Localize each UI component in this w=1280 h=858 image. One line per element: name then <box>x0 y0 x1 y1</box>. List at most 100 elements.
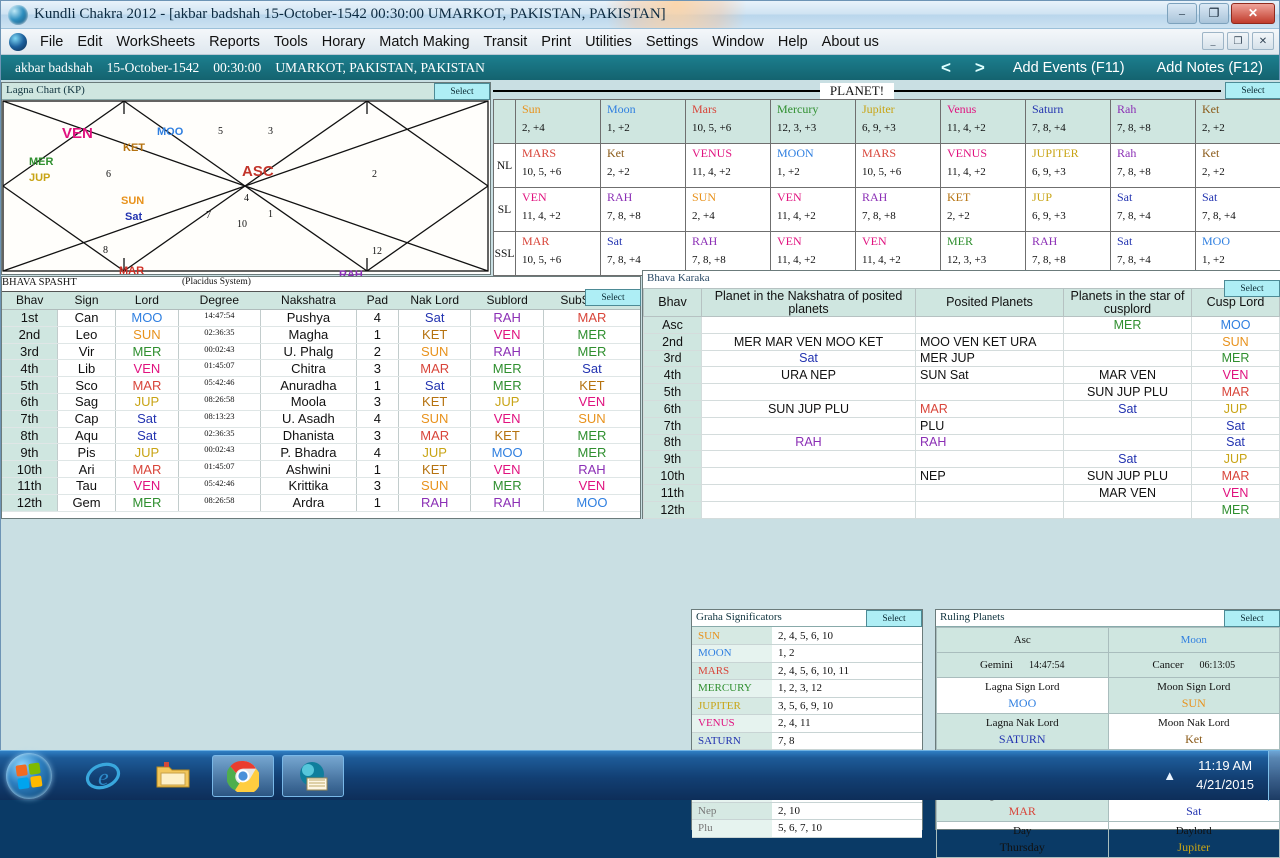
show-desktop-button[interactable] <box>1268 751 1280 801</box>
table-row[interactable]: 8thAquSat02:36:35Dhanista3MARKETMER <box>2 427 640 444</box>
house-number: 3 <box>268 126 273 137</box>
cell-nakshatra: Pushya <box>261 310 357 327</box>
lagna-chart-canvas[interactable]: 1 2 3 4 5 6 7 8 9 10 11 12 VEN MOO KET <box>2 100 490 273</box>
table-row[interactable]: 12thMER <box>644 501 1280 518</box>
add-events-button[interactable]: Add Events (F11) <box>997 60 1141 76</box>
lagna-select-button[interactable]: Select <box>434 83 490 100</box>
bk-cell-posited-planets: SUN Sat <box>916 367 1064 384</box>
table-row[interactable]: 7thCapSat08:13:23U. Asadh4SUNVENSUN <box>2 410 640 427</box>
cell-pad: 2 <box>356 343 398 360</box>
table-row[interactable]: 11thMAR VENVEN <box>644 484 1280 501</box>
table-row[interactable]: 10thAriMAR01:45:07Ashwini1KETVENRAH <box>2 461 640 478</box>
show-hidden-icons-button[interactable]: ▲ <box>1153 768 1186 784</box>
list-item[interactable]: MOON1, 2 <box>692 645 922 663</box>
prev-chart-button[interactable]: < <box>929 58 963 78</box>
menu-item-utilities[interactable]: Utilities <box>578 32 639 52</box>
graha-name: JUPITER <box>692 697 772 715</box>
table-row[interactable]: 1stCanMOO14:47:54Pushya4SatRAHMAR <box>2 310 640 327</box>
list-item[interactable]: SATURN7, 8 <box>692 732 922 750</box>
list-item[interactable]: Plu5, 6, 7, 10 <box>692 820 922 838</box>
list-item[interactable]: SUN2, 4, 5, 6, 10 <box>692 627 922 645</box>
table-row[interactable]: 3rdVirMER00:02:43U. Phalg2SUNRAHMER <box>2 343 640 360</box>
cell-subsublord: Sat <box>543 360 640 377</box>
taskbar-clock[interactable]: 11:19 AM 4/21/2015 <box>1186 757 1264 795</box>
nl-cell: Ket2, +2 <box>601 144 686 188</box>
table-row[interactable]: 6thSUN JUP PLUMARSatJUP <box>644 400 1280 417</box>
menu-item-about-us[interactable]: About us <box>815 32 886 52</box>
cell-sign: Ari <box>57 461 115 478</box>
minimize-button[interactable]: – <box>1167 3 1197 24</box>
mdi-close-button[interactable]: ✕ <box>1252 32 1274 50</box>
taskbar-google-chrome[interactable] <box>212 755 274 797</box>
moon-lord-label: Moon Nak Lord <box>1111 716 1278 731</box>
ruling-select-button[interactable]: Select <box>1224 610 1280 627</box>
cell-nakshatra: Moola <box>261 393 357 410</box>
folder-icon <box>155 761 191 791</box>
taskbar-windows-explorer[interactable] <box>142 755 204 797</box>
table-row[interactable]: 4thLibVEN01:45:07Chitra3MARMERSat <box>2 360 640 377</box>
add-notes-button[interactable]: Add Notes (F12) <box>1141 60 1279 76</box>
caption-rule-left <box>493 90 820 92</box>
table-row[interactable]: 12thGemMER08:26:58Ardra1RAHRAHMOO <box>2 494 640 511</box>
graha-houses: 1, 2, 3, 12 <box>772 680 922 698</box>
close-button[interactable]: ✕ <box>1231 3 1275 24</box>
menu-item-settings[interactable]: Settings <box>639 32 705 52</box>
table-row[interactable]: 6thSagJUP08:26:58Moola3KETJUPVEN <box>2 393 640 410</box>
table-row[interactable]: 3rdSatMER JUPMER <box>644 350 1280 367</box>
mdi-restore-button[interactable]: ❐ <box>1227 32 1249 50</box>
table-row[interactable]: 11thTauVEN05:42:46Krittika3SUNMERVEN <box>2 477 640 494</box>
cell-nak-lord: SUN <box>398 410 470 427</box>
menu-item-window[interactable]: Window <box>705 32 771 52</box>
table-row[interactable]: 9thPisJUP00:02:43P. Bhadra4JUPMOOMER <box>2 444 640 461</box>
menu-item-match-making[interactable]: Match Making <box>372 32 476 52</box>
bk-cell-cusp-lord: JUP <box>1192 400 1280 417</box>
table-row[interactable]: 4thURA NEPSUN SatMAR VENVEN <box>644 367 1280 384</box>
table-row[interactable]: 8thRAHRAHSat <box>644 434 1280 451</box>
menu-item-print[interactable]: Print <box>534 32 578 52</box>
cell-pad: 4 <box>356 444 398 461</box>
list-item[interactable]: MARS2, 4, 5, 6, 10, 11 <box>692 662 922 680</box>
list-item[interactable]: VENUS2, 4, 11 <box>692 715 922 733</box>
infobar-actions: < > Add Events (F11) Add Notes (F12) <box>929 55 1279 80</box>
taskbar-kundli-chakra[interactable] <box>282 755 344 797</box>
table-row[interactable]: 5thSUN JUP PLUMAR <box>644 384 1280 401</box>
table-row[interactable]: 2ndLeoSUN02:36:35Magha1KETVENMER <box>2 326 640 343</box>
nl-cell: VENUS11, 4, +2 <box>941 144 1026 188</box>
rp-asc-sign-cell: Gemini14:47:54 <box>937 653 1109 678</box>
menu-item-help[interactable]: Help <box>771 32 815 52</box>
start-button[interactable] <box>6 753 52 799</box>
mdi-minimize-button[interactable]: _ <box>1202 32 1224 50</box>
menu-item-reports[interactable]: Reports <box>202 32 267 52</box>
table-row[interactable]: 10thNEPSUN JUP PLUMAR <box>644 468 1280 485</box>
bhava-spasht-select-button[interactable]: Select <box>585 289 641 306</box>
sl-value: 2, +4 <box>692 210 766 222</box>
list-item[interactable]: JUPITER3, 5, 6, 9, 10 <box>692 697 922 715</box>
cell-nak-lord: RAH <box>398 494 470 511</box>
menu-item-file[interactable]: File <box>33 32 70 52</box>
menu-item-transit[interactable]: Transit <box>477 32 535 52</box>
table-row[interactable]: 2ndMER MAR VEN MOO KETMOO VEN KET URASUN <box>644 333 1280 350</box>
list-item[interactable]: MERCURY1, 2, 3, 12 <box>692 680 922 698</box>
cell-lord: MER <box>116 343 178 360</box>
planet-select-button[interactable]: Select <box>1225 82 1280 99</box>
maximize-button[interactable]: ❐ <box>1199 3 1229 24</box>
table-row[interactable]: 9thSatJUP <box>644 451 1280 468</box>
graha-select-button[interactable]: Select <box>866 610 922 627</box>
planet-cell-moon: Moon1, +2 <box>601 100 686 144</box>
bhava-karaka-select-button[interactable]: Select <box>1224 280 1280 297</box>
bk-cell-posited-planets <box>916 501 1064 518</box>
table-row[interactable]: 7thPLUSat <box>644 417 1280 434</box>
taskbar-internet-explorer[interactable]: e <box>72 755 134 797</box>
table-row[interactable]: 5thScoMAR05:42:46Anuradha1SatMERKET <box>2 377 640 394</box>
ssl-value: 7, 8, +4 <box>1117 254 1191 266</box>
menu-item-horary[interactable]: Horary <box>315 32 373 52</box>
planet-name: Sun <box>522 102 596 117</box>
menu-item-tools[interactable]: Tools <box>267 32 315 52</box>
table-row[interactable]: AscMERMOO <box>644 317 1280 334</box>
bk-col-planets-in-star: Planets in the star of cusplord <box>1064 289 1192 317</box>
list-item[interactable]: Nep2, 10 <box>692 802 922 820</box>
menu-item-edit[interactable]: Edit <box>70 32 109 52</box>
cell-degree: 08:13:23 <box>178 410 261 427</box>
next-chart-button[interactable]: > <box>963 58 997 78</box>
menu-item-worksheets[interactable]: WorkSheets <box>109 32 202 52</box>
